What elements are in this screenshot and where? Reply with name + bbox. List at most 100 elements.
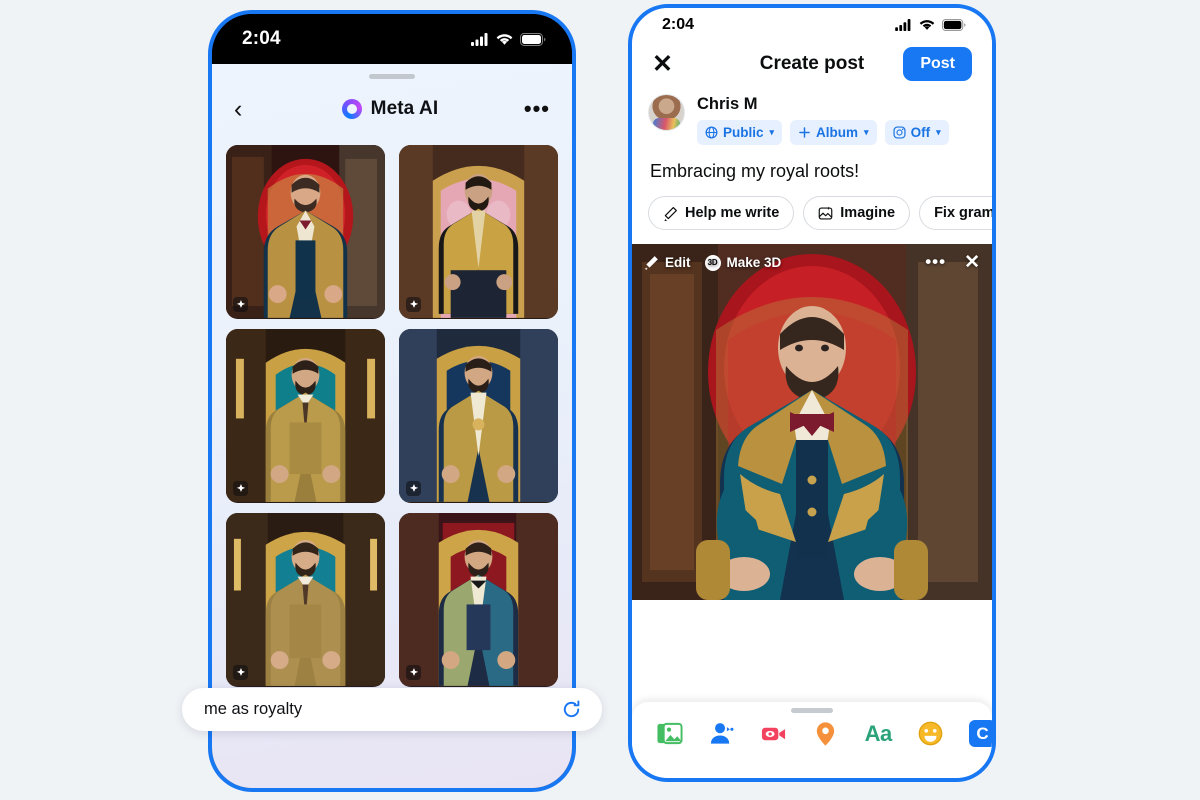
- cellular-signal-icon: [895, 19, 911, 31]
- ai-chips-row: Help me write Imagine Fix grammar In: [632, 182, 992, 244]
- meta-ai-ring-icon: [341, 99, 362, 119]
- chip-label: Imagine: [840, 205, 896, 221]
- 3d-badge-icon: 3D: [704, 254, 721, 271]
- thumbnail-art: [226, 513, 385, 686]
- live-video-button[interactable]: [760, 720, 787, 747]
- ai-sparkle-badge: [233, 665, 248, 680]
- composer-header: Chris M Public ▾ Album ▾ Off ▾: [632, 90, 992, 145]
- background-text-button[interactable]: Aa: [864, 720, 893, 747]
- generated-image-item[interactable]: [399, 513, 558, 687]
- aa-text-icon: Aa: [864, 720, 893, 746]
- generated-image-item[interactable]: [226, 329, 385, 503]
- chip-fix-grammar[interactable]: Fix grammar: [919, 196, 992, 230]
- right-status-bar: 2:04: [632, 8, 992, 38]
- meta-ai-nav-bar: ‹ Meta AI •••: [212, 85, 572, 133]
- photo-remove-button[interactable]: ✕: [964, 253, 980, 272]
- live-video-icon: [762, 727, 786, 741]
- left-phone-body: ‹ Meta AI •••: [212, 64, 572, 788]
- status-icons: [895, 19, 966, 31]
- battery-icon: [942, 19, 966, 31]
- more-options-button[interactable]: C: [968, 720, 992, 747]
- chip-imagine[interactable]: Imagine: [803, 196, 911, 230]
- camera-icon: [893, 126, 906, 139]
- right-phone-body: 2:04 ✕ Create post Post Chris M Public ▾…: [632, 8, 992, 778]
- chip-label: Fix grammar: [934, 205, 992, 221]
- avatar[interactable]: [648, 94, 685, 131]
- chip-help-me-write[interactable]: Help me write: [648, 196, 795, 230]
- generated-image-grid: [212, 133, 572, 687]
- image-sparkle-icon: [818, 206, 833, 219]
- back-button[interactable]: ‹: [234, 96, 256, 122]
- audience-pill-off[interactable]: Off ▾: [884, 120, 949, 145]
- plus-icon: [799, 127, 810, 138]
- tag-person-icon: [711, 723, 734, 744]
- thumbnail-art: [399, 329, 558, 502]
- audience-pill-label: Album: [816, 125, 859, 140]
- ai-sparkle-badge: [233, 481, 248, 496]
- post-body-text[interactable]: Embracing my royal roots!: [632, 145, 992, 182]
- attachment-icons-row: Aa C: [632, 713, 992, 747]
- status-icons: [471, 32, 546, 46]
- location-pin-icon: [817, 722, 835, 746]
- make-3d-button[interactable]: 3D Make 3D: [704, 254, 782, 271]
- status-time: 2:04: [242, 28, 281, 49]
- left-status-bar: 2:04: [212, 14, 572, 64]
- photo-edit-toolbar: Edit 3D Make 3D ••• ✕: [644, 253, 980, 272]
- prompt-input-value[interactable]: me as royalty: [204, 700, 302, 719]
- phone-left-meta-ai: 2:04 ‹ Meta AI •••: [208, 10, 576, 792]
- generated-image-item[interactable]: [399, 329, 558, 503]
- audience-pill-row: Public ▾ Album ▾ Off ▾: [697, 120, 976, 145]
- chevron-down-icon: ▾: [864, 127, 869, 137]
- generated-image-item[interactable]: [399, 145, 558, 319]
- post-button[interactable]: Post: [903, 47, 972, 81]
- wifi-icon: [496, 33, 513, 45]
- sheet-grabber[interactable]: [369, 74, 415, 79]
- ai-sparkle-badge: [406, 665, 421, 680]
- generated-image-item[interactable]: [226, 513, 385, 687]
- chip-label: Help me write: [685, 205, 780, 221]
- edit-label: Edit: [665, 255, 691, 270]
- smiley-icon: [918, 721, 943, 746]
- page-title: Meta AI: [370, 98, 439, 119]
- thumbnail-art: [399, 513, 558, 686]
- audience-pill-label: Public: [723, 125, 764, 140]
- check-in-button[interactable]: [812, 720, 839, 747]
- prompt-input-bar[interactable]: me as royalty: [182, 688, 602, 731]
- composer-whitespace: [632, 600, 992, 702]
- edit-photo-button[interactable]: Edit: [644, 255, 691, 270]
- photo-more-button[interactable]: •••: [925, 254, 946, 270]
- screenshot-stage: 2:04 ‹ Meta AI ••• me as royalty 2:04 ✕ …: [0, 0, 1200, 800]
- attached-photo[interactable]: Edit 3D Make 3D ••• ✕: [632, 244, 992, 600]
- ai-sparkle-badge: [406, 297, 421, 312]
- author-name: Chris M: [697, 95, 758, 113]
- generated-image-item[interactable]: [226, 145, 385, 319]
- magic-wand-icon: [644, 256, 658, 270]
- ai-sparkle-badge: [406, 481, 421, 496]
- more-options-button[interactable]: •••: [524, 98, 550, 120]
- audience-pill-label: Off: [910, 125, 931, 140]
- audience-pill-album[interactable]: Album ▾: [790, 120, 877, 145]
- thumbnail-art: [226, 329, 385, 502]
- photo-icon: [657, 722, 683, 745]
- make-3d-label: Make 3D: [726, 255, 782, 270]
- pencil-sparkle-icon: [664, 206, 677, 221]
- thumbnail-art: [226, 145, 385, 318]
- photo-video-button[interactable]: [656, 720, 683, 747]
- feeling-activity-button[interactable]: [917, 720, 944, 747]
- status-time: 2:04: [662, 16, 695, 33]
- chevron-down-icon: ▾: [769, 127, 775, 137]
- attachment-bottom-sheet: Aa C: [632, 702, 992, 778]
- thumbnail-art: [399, 145, 558, 318]
- refresh-icon[interactable]: [560, 698, 583, 721]
- battery-icon: [520, 32, 546, 46]
- attached-photo-art: [632, 244, 992, 600]
- ai-sparkle-badge: [233, 297, 248, 312]
- close-icon[interactable]: ✕: [652, 51, 673, 77]
- phone-right-create-post: 2:04 ✕ Create post Post Chris M Public ▾…: [628, 4, 996, 782]
- create-post-header: ✕ Create post Post: [632, 38, 992, 90]
- photo-toolbar-right: ••• ✕: [925, 253, 980, 272]
- tag-people-button[interactable]: [708, 720, 735, 747]
- audience-pill-public[interactable]: Public ▾: [697, 120, 783, 145]
- meta-ai-title-group: Meta AI: [341, 98, 439, 120]
- cellular-signal-icon: [471, 32, 488, 46]
